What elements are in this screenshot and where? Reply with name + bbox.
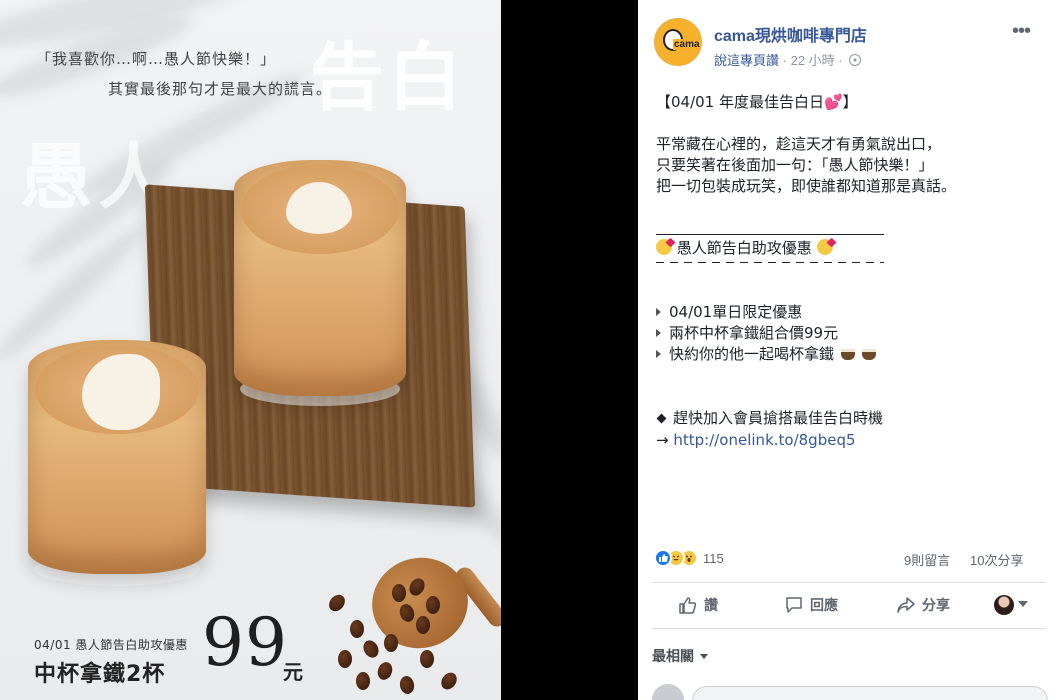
coffee-cup-icon <box>840 349 855 360</box>
section-heading: 愚人節告白助攻優惠 <box>656 238 1046 259</box>
viewer-avatar[interactable] <box>994 595 1014 615</box>
section-title: 愚人節告白助攻優惠 <box>676 239 812 257</box>
coffee-scoop <box>361 547 479 659</box>
comment-icon <box>786 597 802 613</box>
kiss-emoji-icon <box>656 239 672 255</box>
promo-quote: 「我喜歡你…啊…愚人節快樂！」 <box>36 50 277 68</box>
meta-separator: · <box>838 53 847 68</box>
avatar-logo-text: cama <box>673 39 701 50</box>
chevron-down-icon <box>700 654 708 659</box>
coffee-bean <box>398 674 416 696</box>
bullet-icon <box>656 350 661 358</box>
latte-cup-heart <box>234 160 406 396</box>
comment-sort-dropdown[interactable]: 最相關 <box>652 646 708 666</box>
coffee-bean <box>420 650 434 668</box>
bullet-text: 兩杯中杯拿鐵組合價99元 <box>669 324 839 342</box>
post-meta: 說這專頁讚 · 22 小時 · <box>714 50 862 69</box>
coffee-bean <box>350 620 364 638</box>
section-dashed-rule <box>656 262 884 263</box>
more-options-button[interactable]: ••• <box>1012 20 1031 43</box>
promo-price: 99 <box>202 604 288 681</box>
promo-date-line: 04/01 愚人節告白助攻優惠 <box>34 638 188 652</box>
post-paragraph-2: 只要笑著在後面加一句：「愚人節快樂！」 <box>656 156 934 174</box>
post-paragraph-1: 平常藏在心裡的，趁這天才有勇氣說出口， <box>656 135 942 153</box>
comments-count-link[interactable]: 9則留言 <box>904 550 950 569</box>
cta-text: 趕快加入會員搶搭最佳告白時機 <box>673 409 884 427</box>
facebook-post: cama cama現烘咖啡專門店 說這專頁讚 · 22 小時 · ••• 【04… <box>638 0 1060 700</box>
headline-gaobai: 告白 <box>310 35 466 121</box>
promo-price-unit: 元 <box>283 660 303 684</box>
coffee-bean <box>356 672 370 690</box>
comment-input[interactable] <box>692 686 1048 700</box>
comment-label: 回應 <box>810 597 838 613</box>
like-page-link[interactable]: 說這專頁讚 <box>714 53 779 68</box>
post-timestamp[interactable]: 22 小時 <box>791 53 835 68</box>
section-rule <box>656 234 884 235</box>
commenter-avatar <box>652 684 684 700</box>
onelink-url[interactable]: http://onelink.to/8gbeq5 <box>673 431 855 449</box>
like-button[interactable]: 讚 <box>678 590 718 620</box>
page-name-link[interactable]: cama現烘咖啡專門店 <box>714 22 867 46</box>
arrow-icon: → <box>656 431 669 449</box>
promo-subline: 其實最後那句才是最大的謊言。 <box>108 80 333 98</box>
coffee-cup-icon <box>861 349 876 360</box>
share-icon <box>897 597 915 613</box>
promo-product: 中杯拿鐵2杯 <box>34 662 166 687</box>
diamond-bullet-icon <box>656 413 667 424</box>
bullet-icon <box>656 329 661 337</box>
reaction-count: 115 <box>703 550 724 566</box>
promo-image: 告白 愚人 「我喜歡你…啊…愚人節快樂！」 其實最後那句才是最大的謊言。 04/… <box>0 0 501 700</box>
shares-count-link[interactable]: 10次分享 <box>970 550 1023 569</box>
coffee-bean <box>325 591 349 615</box>
share-label: 分享 <box>922 597 950 613</box>
bullet-item: 快約你的他一起喝杯拿鐵 <box>656 344 1046 365</box>
sort-label: 最相關 <box>652 648 694 664</box>
bullet-icon <box>656 308 661 316</box>
coffee-bean <box>384 634 398 652</box>
page-avatar[interactable]: cama <box>654 18 702 66</box>
reactions-summary[interactable]: 115 <box>654 546 724 570</box>
comment-button[interactable]: 回應 <box>784 590 838 620</box>
meta-separator: · <box>782 53 791 68</box>
coffee-bean <box>360 637 382 661</box>
divider <box>652 628 1046 629</box>
bullet-text: 快約你的他一起喝杯拿鐵 <box>669 345 835 363</box>
divider <box>652 582 1046 583</box>
kiss-emoji-icon <box>816 239 833 255</box>
post-paragraph-3: 把一切包裝成玩笑，即使誰都知道那是真話。 <box>656 177 957 195</box>
bullet-item: 04/01單日限定優惠 <box>656 302 1046 323</box>
like-reaction-icon <box>654 549 672 567</box>
coffee-bean <box>426 596 440 614</box>
coffee-bean <box>438 669 460 693</box>
coffee-bean <box>392 584 406 602</box>
coffee-bean <box>338 650 352 668</box>
coffee-bean <box>416 616 430 634</box>
globe-icon <box>849 54 862 66</box>
bullet-text: 04/01單日限定優惠 <box>669 303 803 321</box>
like-label: 讚 <box>704 597 718 613</box>
bullet-item: 兩杯中杯拿鐵組合價99元 <box>656 323 1046 344</box>
post-title: 【04/01 年度最佳告白日💕】 <box>656 93 858 111</box>
latte-cup-swan <box>28 340 206 574</box>
swan-latte-art <box>82 354 160 430</box>
cta-line: 趕快加入會員搶搭最佳告白時機 <box>656 408 1046 429</box>
share-button[interactable]: 分享 <box>896 590 950 620</box>
link-line: → http://onelink.to/8gbeq5 <box>656 430 1046 451</box>
thumbs-up-icon <box>679 597 697 614</box>
chevron-down-icon[interactable] <box>1018 601 1028 607</box>
coffee-bean <box>375 660 395 682</box>
